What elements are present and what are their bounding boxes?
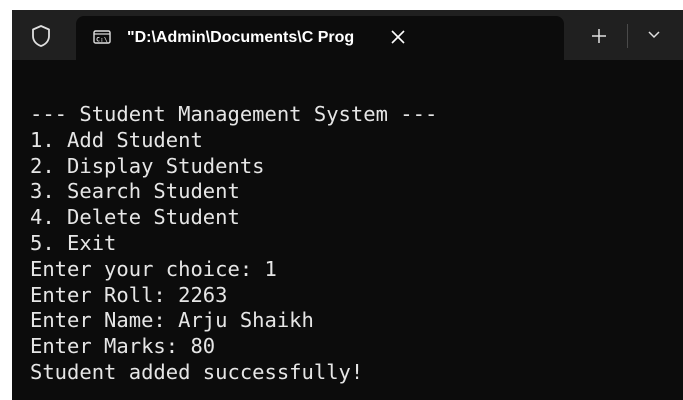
console-line-choice: Enter your choice: 1: [30, 256, 277, 281]
close-icon[interactable]: [387, 26, 409, 48]
terminal-output[interactable]: --- Student Management System --- 1. Add …: [12, 60, 683, 400]
console-line-marks: Enter Marks: 80: [30, 334, 216, 359]
svg-text:C:\: C:\: [96, 36, 108, 44]
terminal-window: C:\ "D:\Admin\Documents\C Prog --- Stude…: [12, 10, 683, 400]
tab-title: "D:\Admin\Documents\C Prog: [127, 29, 355, 46]
console-line-menu-search: 3. Search Student: [30, 179, 240, 204]
console-line-menu-display: 2. Display Students: [30, 153, 265, 178]
console-line-menu-delete: 4. Delete Student: [30, 205, 240, 230]
console-text: --- Student Management System --- 1. Add …: [30, 102, 437, 386]
tabbar-divider: [627, 24, 628, 48]
console-line-menu-add: 1. Add Student: [30, 127, 203, 152]
terminal-icon: C:\: [93, 30, 111, 44]
chevron-down-icon[interactable]: [647, 30, 661, 40]
shield-icon[interactable]: [30, 24, 52, 48]
console-line-name: Enter Name: Arju Shaikh: [30, 308, 314, 333]
console-line-menu-exit: 5. Exit: [30, 230, 117, 255]
console-line-roll: Enter Roll: 2263: [30, 282, 228, 307]
tab-bar: C:\ "D:\Admin\Documents\C Prog: [12, 10, 683, 60]
console-line-heading: --- Student Management System ---: [30, 102, 438, 126]
plus-icon[interactable]: [591, 28, 607, 44]
console-line-success: Student added successfully!: [30, 359, 364, 384]
tab-active[interactable]: C:\ "D:\Admin\Documents\C Prog: [76, 16, 564, 60]
